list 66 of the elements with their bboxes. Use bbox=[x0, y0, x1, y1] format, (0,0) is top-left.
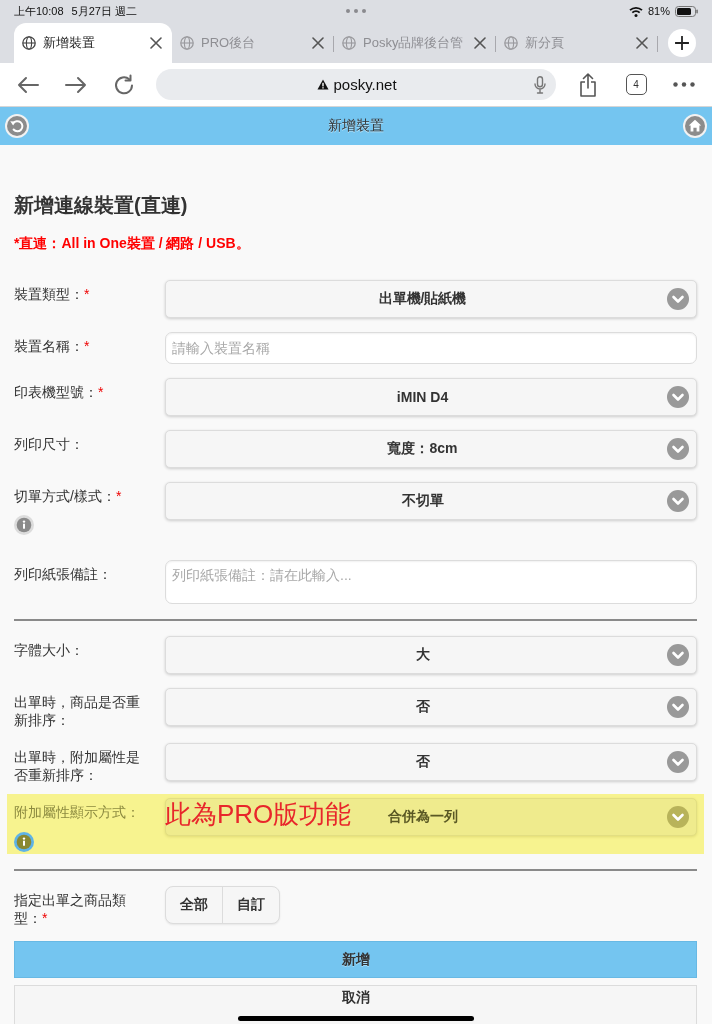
more-icon[interactable] bbox=[673, 82, 695, 87]
pro-feature-annotation: 此為PRO版功能 bbox=[165, 799, 352, 829]
field-label: 附加屬性顯示方式： bbox=[14, 803, 141, 821]
close-icon[interactable] bbox=[474, 37, 486, 49]
option-button[interactable]: 全部 bbox=[166, 887, 222, 923]
dropdown-select[interactable]: 否 bbox=[165, 688, 697, 726]
field-label: 字體大小： bbox=[14, 641, 85, 659]
battery-percent: 81% bbox=[647, 5, 670, 17]
chevron-down-icon bbox=[667, 438, 689, 460]
field-label: 指定出單之商品類型：* bbox=[14, 891, 127, 927]
battery-icon bbox=[675, 5, 698, 17]
close-icon[interactable] bbox=[636, 37, 648, 49]
back-icon[interactable] bbox=[5, 114, 29, 138]
close-icon[interactable] bbox=[312, 37, 324, 49]
microphone-icon[interactable] bbox=[534, 75, 546, 94]
field-label: 列印尺寸： bbox=[14, 435, 85, 453]
home-icon[interactable] bbox=[683, 114, 707, 138]
plus-icon bbox=[675, 36, 689, 50]
chevron-down-icon bbox=[667, 696, 689, 718]
new-tab-button[interactable] bbox=[668, 29, 696, 57]
chevron-down-icon bbox=[667, 644, 689, 666]
form-note: *直連：All in One裝置 / 網路 / USB。 bbox=[14, 234, 251, 253]
info-icon[interactable] bbox=[14, 832, 34, 852]
globe-icon bbox=[22, 36, 36, 50]
wifi-icon bbox=[628, 5, 643, 17]
dropdown-select[interactable]: iMIN D4 bbox=[165, 378, 697, 416]
dropdown-select[interactable]: 寬度：8cm bbox=[165, 430, 697, 468]
chevron-down-icon bbox=[667, 490, 689, 512]
field-label: 出單時，商品是否重新排序： bbox=[14, 693, 141, 729]
page-title: 新增裝置 bbox=[328, 117, 384, 135]
add-button[interactable]: 新增 bbox=[14, 941, 697, 978]
chevron-down-icon bbox=[667, 288, 689, 310]
globe-icon bbox=[342, 36, 356, 50]
multitasking-dots-icon[interactable] bbox=[346, 9, 366, 13]
tab-count-button[interactable]: 4 bbox=[625, 74, 647, 95]
chevron-down-icon bbox=[667, 751, 689, 773]
form-title: 新增連線裝置(直連) bbox=[14, 193, 189, 218]
cancel-button[interactable]: 取消 bbox=[14, 985, 697, 1024]
dropdown-select[interactable]: 否 bbox=[165, 743, 697, 781]
share-icon[interactable] bbox=[579, 72, 597, 97]
info-icon[interactable] bbox=[14, 515, 34, 535]
field-label: 切單方式/樣式：* bbox=[14, 487, 123, 505]
warning-icon bbox=[317, 79, 330, 90]
status-time: 上午10:08 bbox=[14, 3, 64, 19]
dropdown-select[interactable]: 出單機/貼紙機 bbox=[165, 280, 697, 318]
text-input[interactable]: 請輸入裝置名稱 bbox=[165, 332, 697, 364]
back-arrow-icon[interactable] bbox=[17, 75, 39, 94]
globe-icon bbox=[504, 36, 518, 50]
notes-textarea[interactable]: 列印紙張備註：請在此輸入... bbox=[165, 560, 697, 604]
address-bar[interactable]: posky.net bbox=[156, 69, 556, 100]
option-button[interactable]: 自訂 bbox=[222, 887, 279, 923]
field-label: 列印紙張備註： bbox=[14, 565, 113, 583]
browser-tab[interactable]: 新增裝置 bbox=[14, 23, 172, 63]
field-label: 裝置名稱：* bbox=[14, 337, 91, 355]
reload-icon[interactable] bbox=[113, 73, 135, 96]
field-label: 裝置類型：* bbox=[14, 285, 91, 303]
globe-icon bbox=[180, 36, 194, 50]
close-icon[interactable] bbox=[150, 37, 162, 49]
field-label: 印表機型號：* bbox=[14, 383, 105, 401]
status-date: 5月27日 週二 bbox=[71, 3, 137, 19]
forward-arrow-icon[interactable] bbox=[65, 75, 87, 94]
dropdown-select[interactable]: 大 bbox=[165, 636, 697, 674]
dropdown-select[interactable]: 不切單 bbox=[165, 482, 697, 520]
field-label: 出單時，附加屬性是否重新排序： bbox=[14, 748, 141, 784]
chevron-down-icon bbox=[667, 386, 689, 408]
chevron-down-icon bbox=[667, 806, 689, 828]
